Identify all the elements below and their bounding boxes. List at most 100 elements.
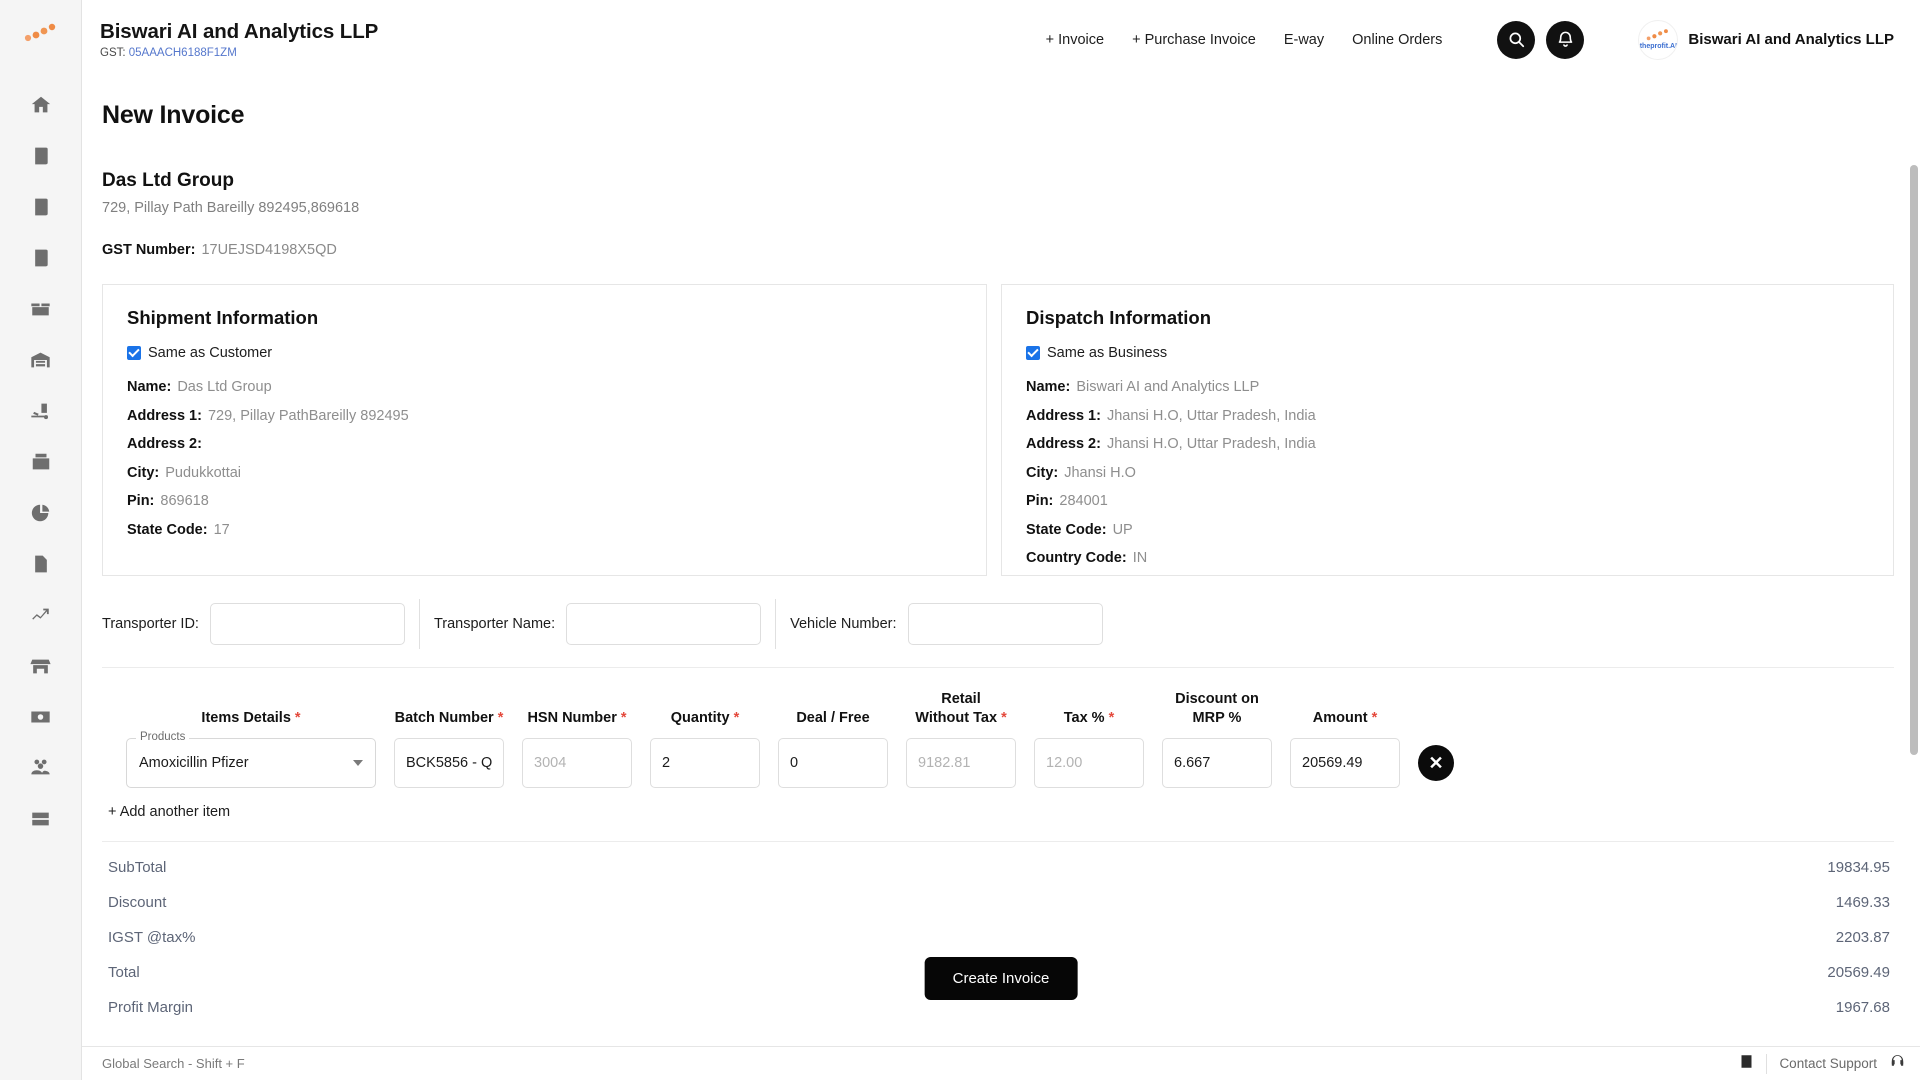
add-another-item-button[interactable]: + Add another item (108, 804, 230, 820)
customer-address: 729, Pillay Path Bareilly 892495,869618 (102, 200, 360, 216)
vehicle-number-input[interactable] (907, 603, 1103, 645)
dispatch-address2-value: Jhansi H.O, Uttar Pradesh, India (1106, 436, 1316, 453)
discount-value: 1469.33 (1835, 894, 1890, 912)
checkbox-checked-icon (127, 346, 141, 360)
dispatch-address1-value: Jhansi H.O, Uttar Pradesh, India (1106, 407, 1316, 424)
dispatch-name-label: Name: (1026, 379, 1071, 395)
sidebar-item-store[interactable] (0, 640, 82, 691)
totals-row-subtotal: SubTotal 19834.95 (102, 850, 1894, 885)
nav-eway[interactable]: E-way (1284, 32, 1324, 48)
sidebar-item-billing[interactable] (0, 436, 82, 487)
brand-title: Biswari AI and Analytics LLP (100, 20, 379, 43)
sidebar-item-home[interactable] (0, 79, 82, 130)
header-batch-number-label: Batch Number (394, 709, 494, 726)
dispatch-fields: Name: Biswari AI and Analytics LLP Addres… (1026, 378, 1869, 569)
header-tax-percent: Tax % * (1034, 709, 1144, 728)
gst-label: GST: (100, 47, 126, 59)
same-as-business-checkbox[interactable]: Same as Business (1026, 345, 1869, 361)
header-discount-on-mrp-label: Discount on MRP % (1175, 691, 1259, 726)
tax-percent-input[interactable] (1034, 738, 1144, 789)
retail-without-tax-input[interactable] (906, 738, 1016, 789)
sidebar-item-ledger[interactable] (0, 130, 82, 181)
sidebar-item-analytics[interactable] (0, 487, 82, 538)
total-value: 20569.49 (1827, 964, 1890, 982)
gst-value[interactable]: 05AAACH6188F1ZM (129, 47, 237, 59)
account-block[interactable]: theprofit.AI Biswari AI and Analytics LL… (1638, 19, 1894, 60)
global-search-hint[interactable]: Global Search - Shift + F (102, 1056, 245, 1071)
sidebar-item-purchases[interactable] (0, 181, 82, 232)
dispatch-city-label: City: (1026, 464, 1059, 481)
dispatch-field-countrycode: Country Code: IN (1026, 549, 1869, 569)
amount-input[interactable] (1290, 738, 1400, 789)
shipment-field-address2: Address 2: (127, 435, 962, 455)
transporter-name-input[interactable] (566, 603, 762, 645)
shipment-fields: Name: Das Ltd Group Address 1: 729, Pillay… (127, 378, 962, 540)
sidebar-item-warehouse[interactable] (0, 334, 82, 385)
sidebar-item-customers[interactable] (0, 742, 82, 793)
dispatch-pin-value: 284001 (1059, 493, 1108, 510)
contact-support-link[interactable]: Contact Support (1779, 1056, 1877, 1071)
vertical-scrollbar[interactable] (1910, 165, 1918, 755)
dispatch-pin-label: Pin: (1026, 493, 1054, 510)
app-logo-icon[interactable] (23, 22, 59, 49)
nav-purchase-invoice[interactable]: + Purchase Invoice (1132, 32, 1256, 48)
sidebar-item-reports[interactable] (0, 538, 82, 589)
dispatch-city-value: Jhansi H.O (1064, 464, 1136, 481)
sidebar-item-growth[interactable] (0, 589, 82, 640)
notification-bell-icon[interactable] (1546, 20, 1585, 59)
header-hsn-number-label: HSN Number (527, 709, 617, 726)
shipment-statecode-label: State Code: (127, 521, 208, 538)
quantity-input[interactable] (650, 738, 760, 789)
hsn-number-input[interactable] (522, 738, 632, 789)
discount-on-mrp-input[interactable] (1162, 738, 1272, 789)
batch-number-input[interactable] (394, 738, 504, 789)
search-icon[interactable] (1497, 20, 1536, 59)
transporter-id-group: Transporter ID: (102, 599, 419, 649)
close-x-icon[interactable]: ✕ (1418, 745, 1454, 782)
sidebar-item-sales[interactable] (0, 232, 82, 283)
sidebar-item-inventory[interactable] (0, 283, 82, 334)
transporter-id-label: Transporter ID: (102, 616, 199, 632)
same-as-customer-checkbox[interactable]: Same as Customer (127, 345, 962, 361)
divider (1766, 1053, 1768, 1074)
dispatch-field-address1: Address 1: Jhansi H.O, Uttar Pradesh, Ind… (1026, 407, 1869, 427)
dispatch-countrycode-value: IN (1132, 550, 1148, 567)
shipment-name-value: Das Ltd Group (177, 379, 272, 395)
dispatch-statecode-value: UP (1112, 521, 1133, 538)
sidebar-item-payments[interactable] (0, 691, 82, 742)
nav-invoice[interactable]: + Invoice (1046, 32, 1104, 48)
create-invoice-button[interactable]: Create Invoice (924, 957, 1078, 1000)
header-deal-free-label: Deal / Free (796, 709, 870, 726)
dispatch-statecode-label: State Code: (1026, 521, 1107, 538)
header-deal-free: Deal / Free (778, 709, 888, 728)
shipment-field-pin: Pin: 869618 (127, 492, 962, 512)
header-retail-line1: Retail (941, 691, 981, 707)
totals-row-igst: IGST @tax% 2203.87 (102, 920, 1894, 955)
dispatch-countrycode-label: Country Code: (1026, 550, 1127, 567)
deal-free-input[interactable] (778, 738, 888, 789)
sidebar-item-settings[interactable] (0, 793, 82, 844)
headset-icon[interactable] (1889, 1053, 1906, 1075)
brand-block: Biswari AI and Analytics LLP GST: 05AAAC… (100, 20, 378, 59)
product-select-legend: Products (136, 731, 190, 744)
shipment-city-value: Pudukkottai (165, 464, 242, 481)
product-select[interactable]: Products Amoxicillin Pfizer (126, 731, 376, 789)
header-tax-percent-label: Tax % (1063, 709, 1105, 726)
avatar: theprofit.AI (1638, 19, 1679, 60)
calculator-icon[interactable] (1739, 1053, 1754, 1075)
required-asterisk: * (1371, 709, 1378, 726)
product-select-value: Amoxicillin Pfizer (139, 755, 249, 772)
nav-online-orders[interactable]: Online Orders (1352, 32, 1442, 48)
totals-row-discount: Discount 1469.33 (102, 885, 1894, 920)
sidebar-item-delivery[interactable] (0, 385, 82, 436)
customer-gst-value: 17UEJSD4198X5QD (201, 242, 337, 258)
customer-gst-label: GST Number: (102, 242, 196, 258)
header-retail-without-tax: Retail Without Tax * (906, 690, 1016, 727)
required-asterisk: * (497, 709, 504, 726)
dispatch-information-panel: Dispatch Information Same as Business Na… (1001, 284, 1894, 576)
header-amount-label: Amount (1312, 709, 1368, 726)
transport-row: Transporter ID: Transporter Name: Vehicl… (102, 599, 1894, 649)
table-row: Products Amoxicillin Pfizer ✕ (102, 731, 1894, 789)
discount-label: Discount (108, 894, 167, 912)
transporter-id-input[interactable] (209, 603, 405, 645)
